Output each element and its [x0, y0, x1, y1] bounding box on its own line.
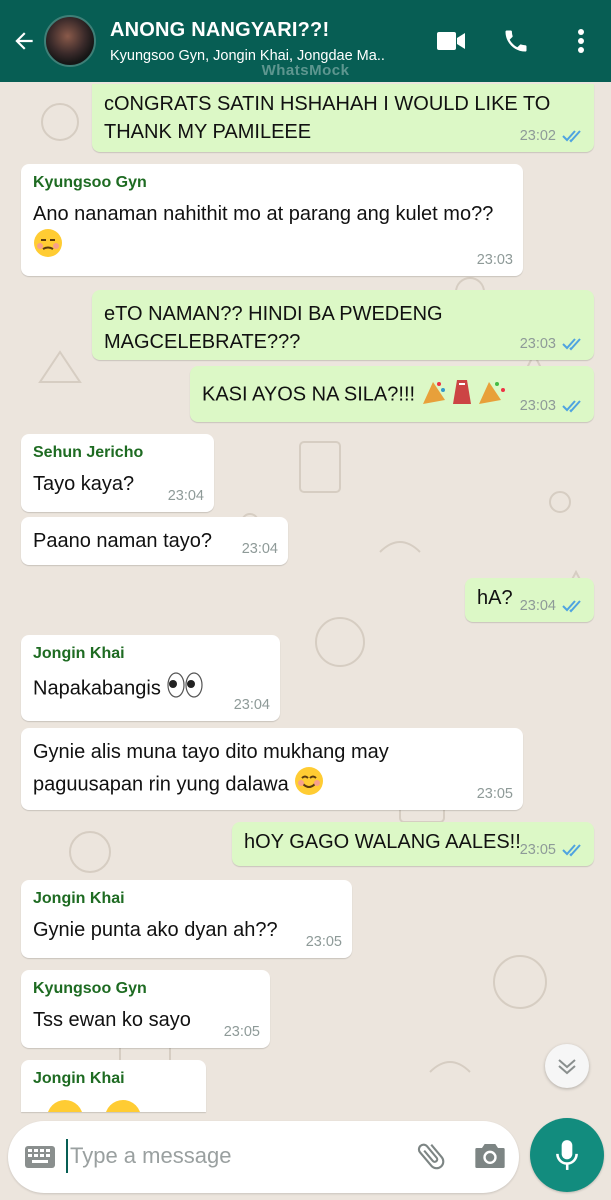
- message-meta: 23:03: [520, 398, 584, 414]
- sender-name: Kyungsoo Gyn: [33, 174, 147, 191]
- sender-name: Kyungsoo Gyn: [33, 980, 147, 997]
- back-arrow-icon: [15, 32, 33, 50]
- message-incoming[interactable]: Kyungsoo Gyn Tss ewan ko sayo 23:05: [21, 970, 270, 1048]
- message-text: cONGRATS SATIN HSHAHAH I WOULD LIKE TO T…: [104, 93, 551, 143]
- message-time: 23:05: [305, 934, 342, 950]
- message-meta: 23:04: [242, 541, 278, 557]
- unamused-face-icon: [33, 228, 63, 266]
- attach-icon: [417, 1143, 445, 1170]
- message-meta: 23:02: [520, 128, 584, 144]
- party-popper-icon: [421, 376, 509, 414]
- smiling-face-icon: [294, 766, 324, 804]
- message-time: 23:04: [167, 488, 204, 504]
- sender-name: Jongin Khai: [33, 645, 125, 662]
- keyboard-icon: [25, 1146, 55, 1168]
- message-text: Ano nanaman nahithit mo at parang ang ku…: [33, 200, 511, 266]
- mic-icon: [556, 1140, 578, 1170]
- camera-icon: [475, 1144, 505, 1168]
- message-body: KASI AYOS NA SILA?!!!: [202, 383, 416, 406]
- sender-name: Jongin Khai: [33, 1070, 125, 1087]
- message-incoming[interactable]: Jongin Khai Gynie punta ako dyan ah?? 23…: [21, 880, 352, 958]
- message-incoming[interactable]: Jongin Khai Napakabangis 23:04: [21, 635, 280, 721]
- message-input[interactable]: Type a message: [70, 1143, 231, 1169]
- message-body: Gynie alis muna tayo dito mukhang may pa…: [33, 741, 389, 796]
- double-check-icon: [562, 843, 584, 857]
- message-time: 23:03: [519, 398, 556, 414]
- message-meta: 23:03: [477, 252, 513, 268]
- double-check-icon: [562, 337, 584, 351]
- message-meta: 23:04: [234, 697, 270, 713]
- message-incoming[interactable]: Sehun Jericho Tayo kaya? 23:04: [21, 434, 214, 512]
- message-text: eTO NAMAN?? HINDI BA PWEDENG MAGCELEBRAT…: [104, 303, 443, 353]
- message-time: 23:05: [223, 1024, 260, 1040]
- phone-icon: [505, 30, 527, 52]
- more-icon: [578, 29, 584, 53]
- message-meta: 23:05: [224, 1024, 260, 1040]
- message-text: Gynie punta ako dyan ah??: [33, 919, 278, 941]
- camera-button[interactable]: [474, 1141, 506, 1176]
- sender-name: Jongin Khai: [33, 890, 125, 907]
- video-call-button[interactable]: [421, 30, 481, 52]
- message-meta: 23:05: [477, 786, 513, 802]
- message-text: Gynie alis muna tayo dito mukhang may pa…: [33, 738, 433, 804]
- message-outgoing[interactable]: cONGRATS SATIN HSHAHAH I WOULD LIKE TO T…: [92, 84, 594, 152]
- voice-call-button[interactable]: [481, 27, 551, 55]
- double-check-icon: [562, 129, 584, 143]
- message-incoming[interactable]: Paano naman tayo? 23:04: [21, 517, 288, 565]
- attach-button[interactable]: [414, 1139, 448, 1178]
- message-text: Paano naman tayo?: [33, 530, 213, 552]
- message-time: 23:02: [519, 128, 556, 144]
- message-meta: 23:05: [520, 842, 584, 858]
- text-caret: [66, 1139, 68, 1173]
- message-time: 23:04: [233, 697, 270, 713]
- message-time: 23:05: [519, 842, 556, 858]
- eyes-icon: [166, 671, 204, 707]
- message-meta: 23:04: [168, 488, 204, 504]
- group-avatar[interactable]: [44, 15, 96, 67]
- watermark: WhatsMock: [261, 62, 350, 79]
- message-input-bar: Type a message: [8, 1121, 519, 1193]
- double-check-icon: [562, 599, 584, 613]
- message-meta: 23:03: [520, 336, 584, 352]
- message-incoming[interactable]: Jongin Khai: [21, 1060, 206, 1112]
- message-time: 23:03: [476, 252, 513, 268]
- more-options-button[interactable]: [551, 28, 611, 54]
- sender-name: Sehun Jericho: [33, 444, 144, 461]
- partial-emoji-icon: [33, 1096, 194, 1112]
- message-incoming[interactable]: Gynie alis muna tayo dito mukhang may pa…: [21, 728, 523, 810]
- double-check-icon: [562, 399, 584, 413]
- message-time: 23:04: [519, 598, 556, 614]
- message-outgoing[interactable]: KASI AYOS NA SILA?!!! 23:03: [190, 366, 594, 422]
- message-outgoing[interactable]: hOY GAGO WALANG AALES!! 23:05: [232, 822, 594, 866]
- message-meta: 23:05: [306, 934, 342, 950]
- message-outgoing[interactable]: hA? 23:04: [465, 578, 594, 622]
- chat-title-area[interactable]: ANONG NANGYARI??! Kyungsoo Gyn, Jongin K…: [110, 19, 410, 64]
- keyboard-button[interactable]: [24, 1145, 56, 1174]
- chat-header: ANONG NANGYARI??! Kyungsoo Gyn, Jongin K…: [0, 0, 611, 82]
- message-time: 23:04: [241, 541, 278, 557]
- voice-record-button[interactable]: [530, 1118, 604, 1192]
- video-call-icon: [437, 32, 465, 50]
- message-time: 23:03: [519, 336, 556, 352]
- message-body: Napakabangis: [33, 677, 161, 700]
- message-time: 23:05: [476, 786, 513, 802]
- scroll-down-button[interactable]: [545, 1044, 589, 1088]
- message-incoming[interactable]: Kyungsoo Gyn Ano nanaman nahithit mo at …: [21, 164, 523, 276]
- message-meta: 23:04: [520, 598, 584, 614]
- message-outgoing[interactable]: eTO NAMAN?? HINDI BA PWEDENG MAGCELEBRAT…: [92, 290, 594, 360]
- scroll-down-icon: [558, 1059, 576, 1075]
- chat-title: ANONG NANGYARI??!: [110, 18, 330, 41]
- message-body: Ano nanaman nahithit mo at parang ang ku…: [33, 203, 494, 225]
